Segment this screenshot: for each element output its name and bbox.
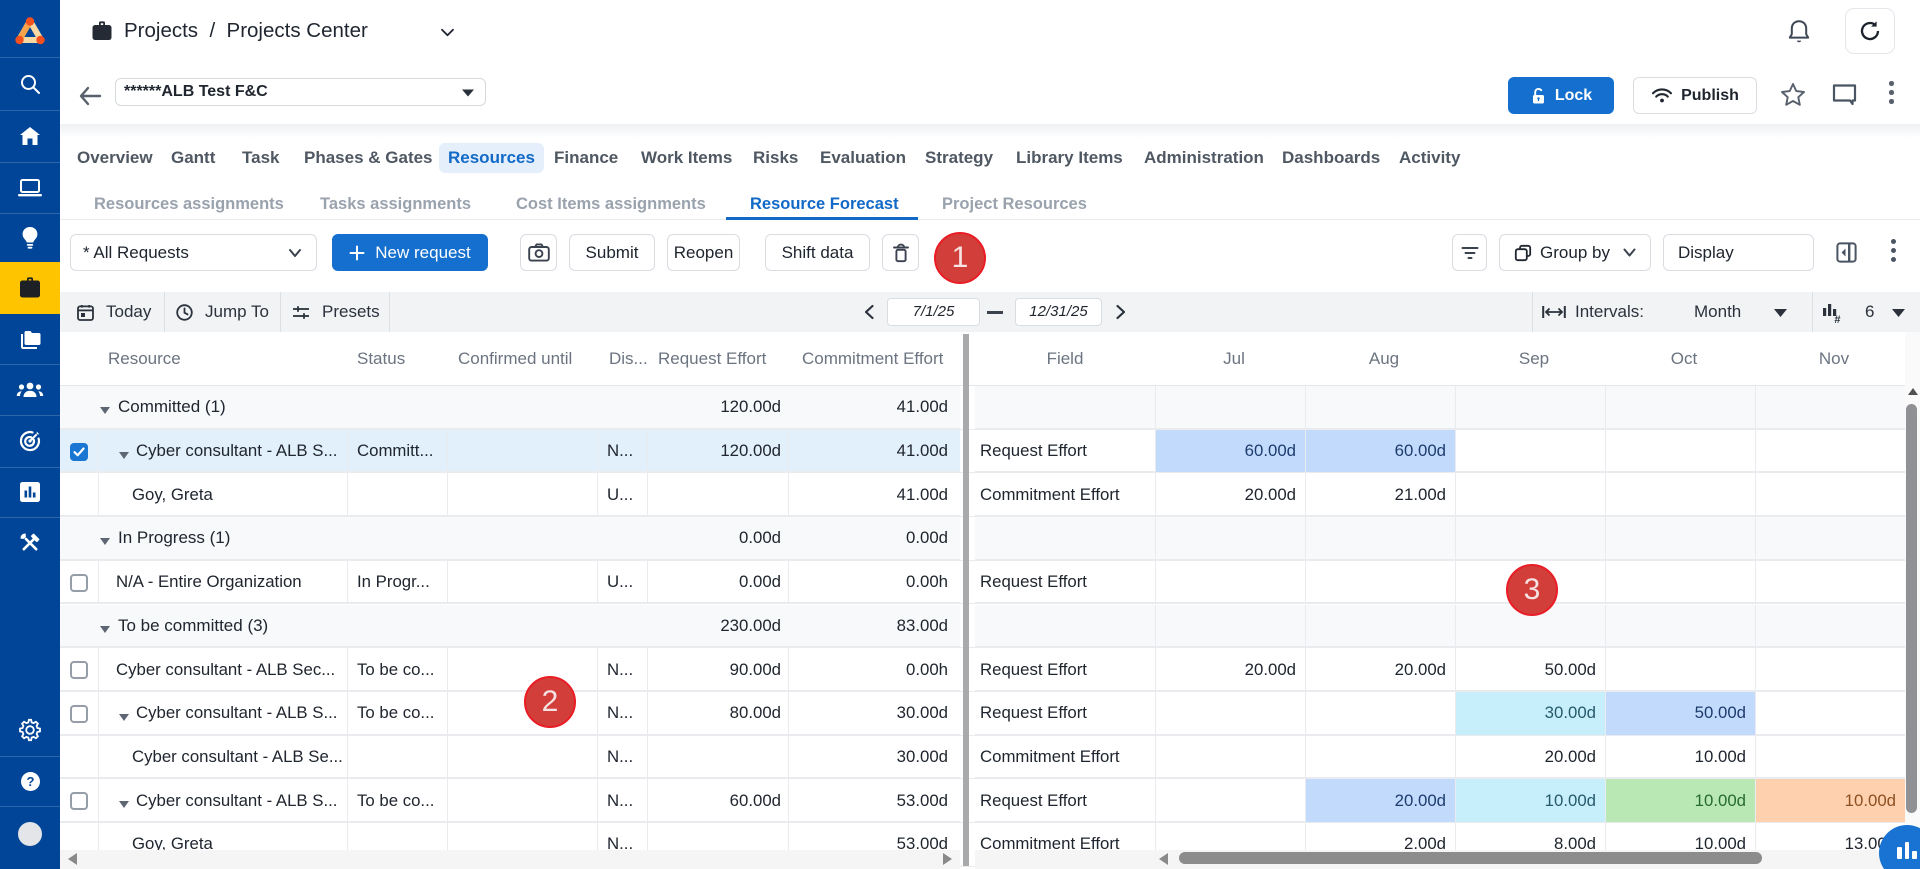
svg-text:?: ? <box>26 774 34 789</box>
svg-text:#: # <box>1834 314 1840 324</box>
